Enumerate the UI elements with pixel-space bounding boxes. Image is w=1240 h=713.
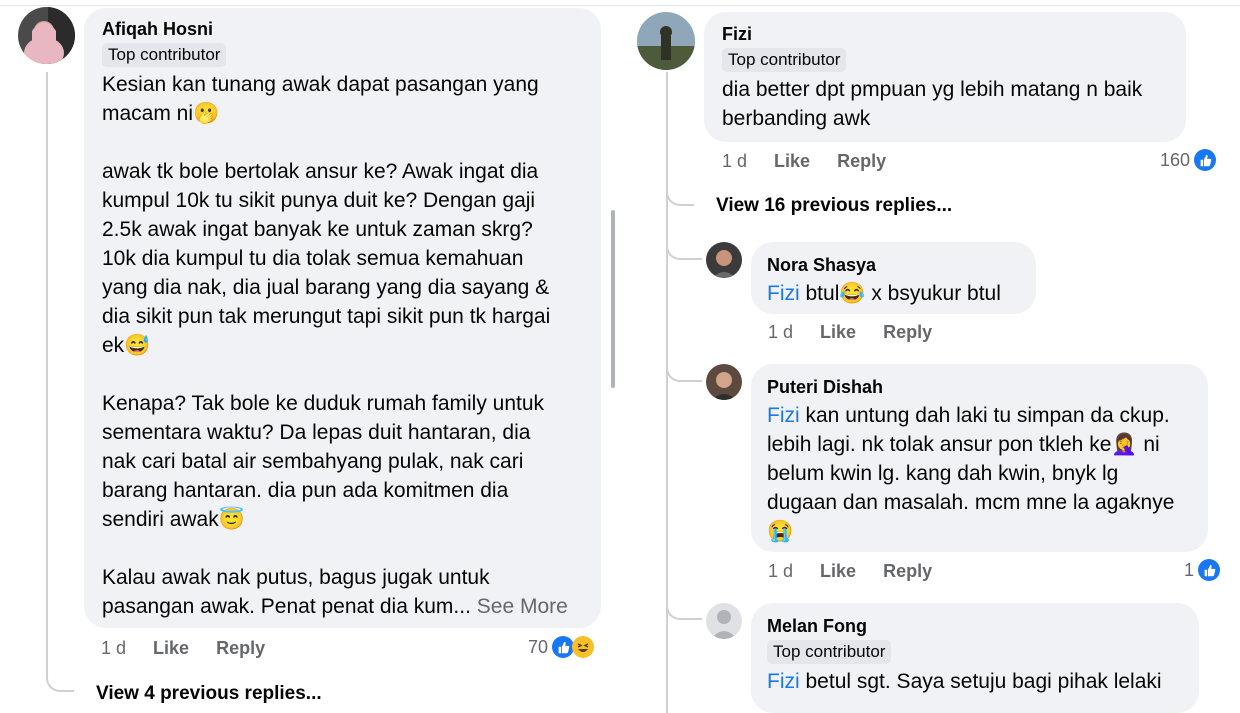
thread-curve-left (46, 660, 74, 692)
like-button[interactable]: Like (820, 321, 856, 343)
comment-line: awak tk bole bertolak ansur ke? Awak ing… (102, 160, 539, 183)
comment-line: Kesian kan tunang awak dapat pasangan ya… (102, 73, 539, 96)
reaction-summary-fizi[interactable]: 160 (1160, 148, 1217, 172)
comment-author[interactable]: Melan Fong (767, 615, 1183, 637)
timestamp[interactable]: 1 d (722, 150, 747, 172)
comment-actions-nora: 1 d Like Reply (768, 321, 954, 343)
avatar-fizi[interactable] (637, 12, 695, 70)
mention-link[interactable]: Fizi (767, 670, 800, 693)
reply-button[interactable]: Reply (216, 637, 265, 659)
comment-line: sementara waktu? Da lepas duit hantaran,… (102, 421, 531, 444)
thread-line-right (666, 72, 668, 713)
comment-text: Fizi kan untung dah laki tu simpan da ck… (767, 401, 1192, 546)
comment-line: yang dia nak, dia jual barang yang dia s… (102, 276, 550, 299)
avatar-afiqah[interactable] (18, 7, 75, 64)
top-contributor-badge: Top contributor (767, 640, 892, 664)
comment-bubble-afiqah: Afiqah Hosni Top contributor Kesian kan … (84, 8, 601, 628)
comment-line-last: pasangan awak. Penat penat dia kum... Se… (102, 595, 568, 618)
mention-link[interactable]: Fizi (767, 404, 800, 427)
comment-actions-afiqah: 1 d Like Reply (101, 637, 287, 659)
thread-line-left (46, 72, 48, 672)
comment-line: betul sgt. Saya setuju bagi pihak lelaki (799, 670, 1162, 693)
reaction-summary-puteri[interactable]: 1 (1184, 558, 1221, 582)
comment-line: Kalau awak nak putus, bagus jugak untuk (102, 566, 490, 589)
avatar-nora[interactable] (706, 242, 742, 278)
thread-curve-fizi-replies (666, 178, 694, 206)
thread-curve-puteri (666, 362, 702, 382)
view-previous-replies-left[interactable]: View 4 previous replies... (96, 682, 322, 706)
reply-button[interactable]: Reply (883, 560, 932, 582)
comment-line: sendiri awak😇 (102, 508, 245, 531)
timestamp[interactable]: 1 d (768, 321, 793, 343)
comment-actions-puteri: 1 d Like Reply (768, 560, 954, 582)
comment-actions-fizi: 1 d Like Reply (722, 150, 908, 172)
comment-line: btul😂 x bsyukur btul (799, 282, 1001, 305)
comment-line: dugaan dan masalah. mcm mne la agaknye (767, 491, 1175, 514)
view-previous-replies-right[interactable]: View 16 previous replies... (716, 194, 952, 218)
avatar-puteri[interactable] (706, 364, 742, 400)
reply-button[interactable]: Reply (837, 150, 886, 172)
top-contributor-badge: Top contributor (102, 43, 227, 67)
reply-button[interactable]: Reply (883, 321, 932, 343)
comment-line: Kenapa? Tak bole ke duduk rumah family u… (102, 392, 545, 415)
comment-bubble-melan: Melan Fong Top contributor Fizi betul sg… (751, 603, 1199, 713)
comment-line: 😭 (767, 520, 794, 543)
comment-text: dia better dpt pmpuan yg lebih matang n … (722, 75, 1168, 133)
comment-line: belum kwin lg. kang dah kwin, bnyk lg (767, 462, 1119, 485)
top-divider (0, 0, 1240, 6)
comment-line: 10k dia kumpul tu dia tolak semua kemahu… (102, 247, 524, 270)
comment-line: Fizi kan untung dah laki tu simpan da ck… (767, 404, 1170, 427)
comment-text: Kesian kan tunang awak dapat pasangan ya… (102, 70, 583, 621)
scrollbar-thumb[interactable] (611, 210, 615, 388)
like-icon (1194, 149, 1217, 171)
avatar-melan[interactable] (706, 603, 742, 639)
thread-curve-melan (666, 600, 702, 620)
comment-text: Fizi betul sgt. Saya setuju bagi pihak l… (767, 667, 1183, 696)
top-contributor-badge: Top contributor (722, 48, 847, 72)
reaction-count: 1 (1184, 560, 1195, 580)
comment-bubble-fizi: Fizi Top contributor dia better dpt pmpu… (704, 12, 1186, 142)
comment-author[interactable]: Afiqah Hosni (102, 18, 583, 40)
reaction-summary-afiqah[interactable]: 70 (528, 635, 595, 659)
like-icon (552, 636, 575, 658)
comment-bubble-nora: Nora Shasya Fizi btul😂 x bsyukur btul (751, 242, 1036, 314)
comment-line: nak cari batal air sembahyang pulak, nak… (102, 450, 524, 473)
like-icon (1198, 559, 1221, 581)
comment-line: lebih lagi. nk tolak ansur pon tkleh ke🤦… (767, 433, 1160, 456)
timestamp[interactable]: 1 d (101, 637, 126, 659)
comment-bubble-puteri: Puteri Dishah Fizi kan untung dah laki t… (751, 364, 1208, 552)
comment-line: 2.5k awak ingat banyak ke untuk zaman sk… (102, 218, 533, 241)
comment-line: berbanding awk (722, 107, 871, 130)
comment-line: macam ni🫢 (102, 102, 220, 125)
comment-author[interactable]: Nora Shasya (767, 254, 1020, 276)
like-button[interactable]: Like (153, 637, 189, 659)
comment-line: barang hantaran. dia pun ada komitmen di… (102, 479, 509, 502)
reaction-count: 160 (1160, 150, 1191, 170)
like-button[interactable]: Like (774, 150, 810, 172)
comment-line: ek😅 (102, 334, 151, 357)
comment-line: kumpul 10k tu sikit punya duit ke? Denga… (102, 189, 536, 212)
haha-icon (572, 636, 595, 658)
timestamp[interactable]: 1 d (768, 560, 793, 582)
comment-author[interactable]: Puteri Dishah (767, 376, 1192, 398)
comment-author[interactable]: Fizi (722, 23, 1168, 45)
thread-curve-nora (666, 240, 702, 260)
see-more-link[interactable]: See More (477, 595, 568, 618)
comment-line: dia better dpt pmpuan yg lebih matang n … (722, 78, 1143, 101)
comment-line: dia sikit pun tak merungut tapi sikit pu… (102, 305, 551, 328)
like-button[interactable]: Like (820, 560, 856, 582)
comment-text: Fizi btul😂 x bsyukur btul (767, 279, 1020, 308)
mention-link[interactable]: Fizi (767, 282, 800, 305)
reaction-count: 70 (528, 637, 549, 657)
